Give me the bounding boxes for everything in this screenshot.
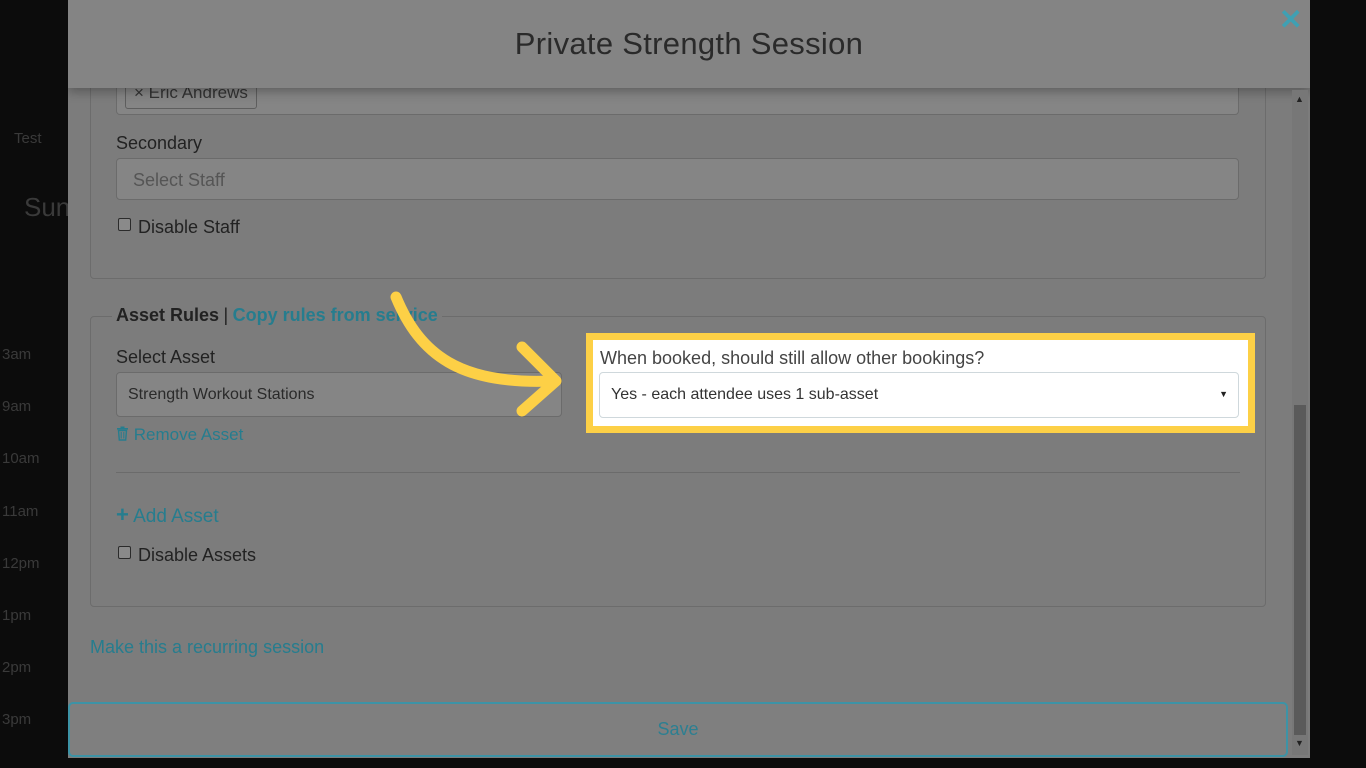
- disable-assets-label: Disable Assets: [138, 545, 257, 565]
- modal-title: Private Strength Session: [514, 26, 864, 61]
- trash-icon: [116, 425, 134, 444]
- plus-icon: +: [116, 502, 129, 527]
- arrow-annotation-icon: [390, 291, 562, 417]
- asset-rules-title: Asset Rules: [116, 305, 220, 325]
- secondary-placeholder: Select Staff: [133, 170, 225, 190]
- save-label: Save: [657, 719, 699, 739]
- modal-header: Private Strength Session: [68, 0, 1310, 88]
- booking-question-label: When booked, should still allow other bo…: [600, 348, 985, 368]
- bg-time: 1pm: [2, 607, 32, 624]
- bg-time: 3pm: [2, 711, 32, 728]
- disable-assets-checkbox[interactable]: [118, 546, 131, 559]
- disable-staff-label: Disable Staff: [138, 217, 240, 237]
- select-asset-label: Select Asset: [116, 347, 216, 367]
- bg-time: 9am: [2, 398, 32, 415]
- bg-text: Test: [14, 130, 42, 147]
- booking-rule-value: Yes - each attendee uses 1 sub-asset: [611, 386, 879, 403]
- bg-text: Sun: [24, 192, 71, 222]
- add-asset-label: Add Asset: [133, 506, 219, 527]
- recurring-session-link[interactable]: Make this a recurring session: [90, 637, 324, 658]
- scroll-up-icon[interactable]: ▲: [1295, 94, 1304, 104]
- remove-asset-link[interactable]: Remove Asset: [116, 425, 243, 445]
- booking-rule-select[interactable]: Yes - each attendee uses 1 sub-asset ▼: [599, 372, 1239, 418]
- booking-rule-highlight: When booked, should still allow other bo…: [586, 333, 1255, 433]
- close-icon[interactable]: ✕: [1279, 6, 1302, 34]
- asset-divider: [116, 472, 1240, 473]
- bg-time: 2pm: [2, 659, 32, 676]
- bg-time: 11am: [2, 503, 39, 520]
- remove-asset-label: Remove Asset: [133, 425, 244, 444]
- scroll-thumb[interactable]: [1294, 405, 1306, 735]
- bg-time: 3am: [2, 346, 32, 363]
- save-button[interactable]: Save: [68, 702, 1288, 757]
- caret-down-icon: ▼: [1219, 389, 1228, 399]
- secondary-label: Secondary: [116, 133, 203, 153]
- bg-time: 12pm: [2, 555, 40, 572]
- disable-staff-checkbox[interactable]: [118, 218, 131, 231]
- secondary-staff-field[interactable]: Select Staff: [116, 158, 1239, 200]
- modal-scrollbar[interactable]: ▲ ▼: [1292, 90, 1308, 755]
- select-asset-value: Strength Workout Stations: [128, 386, 315, 403]
- bg-time: 10am: [2, 450, 40, 467]
- scroll-down-icon[interactable]: ▼: [1295, 738, 1304, 748]
- heading-separator: |: [223, 305, 229, 325]
- add-asset-link[interactable]: + Add Asset: [116, 502, 219, 528]
